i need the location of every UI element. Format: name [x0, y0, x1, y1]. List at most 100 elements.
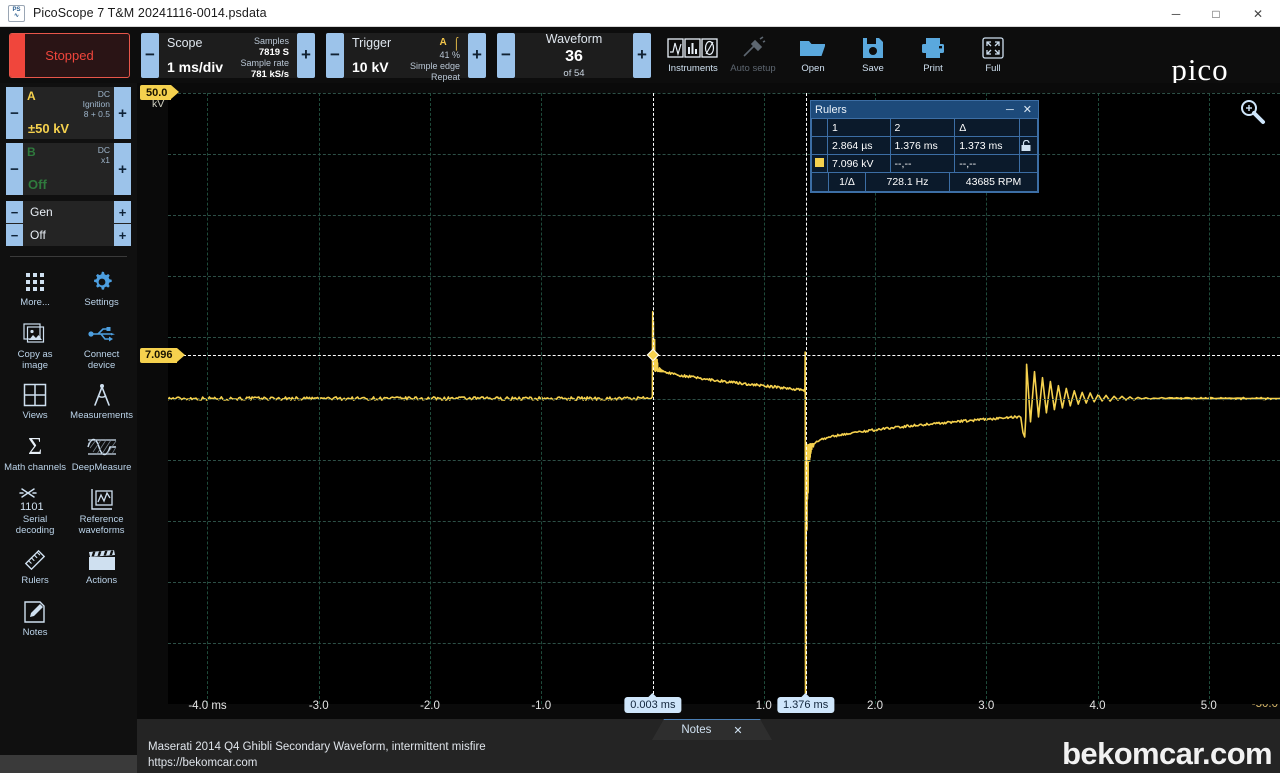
main-toolbar: Stopped − Scope 1 ms/div Samples 7819 S … [0, 27, 1280, 102]
zoom-magnifier-icon[interactable] [1240, 99, 1266, 125]
x-axis-tick-label: 3.0 [978, 700, 995, 712]
waveform-body[interactable]: Waveform 36 of 54 [515, 32, 633, 79]
notes-tab-close-icon[interactable]: ✕ [733, 724, 742, 737]
sample-rate-label: Sample rate [240, 57, 289, 68]
close-button[interactable]: ✕ [1236, 0, 1280, 27]
printer-icon [921, 36, 945, 60]
voltage-ruler-tag[interactable]: 7.096 [140, 347, 184, 363]
time-ruler-2-tag[interactable]: 1.376 ms [776, 693, 835, 713]
trigger-settings-body[interactable]: Trigger 10 kV A ⌠ 41 % Simple edge Repea… [344, 32, 468, 82]
channel-b-minus-button[interactable]: − [6, 143, 23, 195]
rulers-voltage-row: 7.096 kV --,-- --,-- [811, 154, 1038, 173]
scope-plus-button[interactable]: + [297, 32, 315, 78]
gen-plus-button[interactable]: + [114, 201, 131, 223]
auto-setup-button[interactable]: Auto setup [725, 31, 781, 79]
rulers-panel[interactable]: Rulers ─ ✕ 1 2 Δ 2.864 µs 1.376 ms 1.373… [810, 100, 1039, 193]
horizontal-gridline [168, 337, 1280, 339]
instruments-button[interactable]: Instruments [665, 31, 721, 79]
sidebar-item-more-label: More... [20, 297, 50, 308]
gen-state-plus-button[interactable]: + [114, 224, 131, 246]
samples-label: Samples [253, 35, 289, 46]
sidebar-item-math-channels[interactable]: Σ Math channels [2, 430, 68, 478]
trigger-level-value: 10 kV [352, 58, 389, 75]
open-label: Open [801, 63, 825, 74]
sidebar-item-more[interactable]: More... [2, 265, 68, 313]
lock-icon[interactable] [1019, 136, 1038, 155]
sidebar-item-actions[interactable]: Actions [68, 543, 135, 591]
sidebar-item-reference-waveforms-label: Reference waveforms [78, 514, 125, 536]
scope-timebase-group: − Scope 1 ms/div Samples 7819 S Sample r… [141, 32, 315, 80]
scope-timebase-value: 1 ms/div [167, 58, 224, 75]
x-axis-tick-label: -1.0 [531, 700, 552, 712]
voltage-ruler-line[interactable] [168, 355, 1280, 357]
sidebar-item-reference-waveforms[interactable]: Reference waveforms [68, 482, 135, 539]
sidebar-tool-grid: More... Settings Copy as image Connect d… [0, 257, 137, 643]
channel-a-plus-button[interactable]: + [114, 87, 131, 139]
time-ruler-2-line[interactable] [805, 93, 807, 704]
time-ruler-1-tag[interactable]: 0.003 ms [624, 693, 682, 713]
open-button[interactable]: Open [785, 31, 841, 79]
print-button[interactable]: Print [905, 31, 961, 79]
waveform-plus-button[interactable]: + [633, 32, 651, 78]
rulers-header-2: 2 [889, 118, 956, 137]
channel-b-body[interactable]: B DC x1 Off [23, 143, 114, 195]
sidebar-item-deepmeasure[interactable]: DeepMeasure [68, 430, 135, 478]
trigger-channel-label: A [439, 37, 447, 48]
sidebar-item-copy-as-image[interactable]: Copy as image [2, 317, 68, 374]
sidebar-item-measurements-label: Measurements [70, 410, 133, 421]
sidebar-item-views[interactable]: Views [2, 378, 68, 426]
trigger-plus-button[interactable]: + [468, 32, 486, 78]
gen-state-row[interactable]: − Off + [6, 224, 131, 246]
channel-a-range: ±50 kV [28, 121, 70, 136]
window-controls: ─ □ ✕ [1156, 0, 1280, 27]
sidebar-item-rulers[interactable]: Rulers [2, 543, 68, 591]
rulers-panel-header[interactable]: Rulers ─ ✕ [811, 101, 1038, 118]
gen-row[interactable]: − Gen + [6, 201, 131, 223]
maximize-button[interactable]: □ [1196, 0, 1236, 27]
waveform-minus-button[interactable]: − [497, 32, 515, 78]
trigger-repeat: Repeat [430, 71, 460, 82]
notes-tab[interactable]: Notes ✕ [652, 719, 772, 740]
gen-state-minus-button[interactable]: − [6, 224, 23, 246]
sidebar-item-actions-label: Actions [86, 575, 118, 586]
scope-settings-body[interactable]: Scope 1 ms/div Samples 7819 S Sample rat… [159, 32, 297, 80]
rulers-header-lock-cell [1019, 118, 1038, 137]
sidebar-item-measurements[interactable]: Measurements [68, 378, 135, 426]
sidebar-footer-strip [0, 755, 137, 773]
trigger-minus-button[interactable]: − [326, 32, 344, 78]
rulers-header-delta: Δ [954, 118, 1020, 137]
signal-generator-block[interactable]: − Gen + − Off + [6, 201, 131, 246]
waveform-plot[interactable] [168, 93, 1280, 704]
gen-minus-button[interactable]: − [6, 201, 23, 223]
picoscope-app-window: PS ∿ PicoScope 7 T&M 20241116-0014.psdata… [0, 0, 1280, 773]
full-screen-button[interactable]: Full [965, 31, 1021, 79]
auto-setup-label: Auto setup [730, 63, 776, 74]
notes-content[interactable]: Maserati 2014 Q4 Ghibli Secondary Wavefo… [148, 739, 486, 771]
ruler-time-2-value: 1.376 ms [889, 136, 956, 155]
compass-icon [91, 382, 113, 408]
channel-a-body[interactable]: A DC Ignition 8 + 0.5 ±50 kV [23, 87, 114, 139]
sidebar-item-views-label: Views [22, 410, 48, 421]
sidebar-item-serial-decoding-label: Serial decoding [15, 514, 55, 536]
sidebar-item-deepmeasure-label: DeepMeasure [71, 462, 132, 473]
status-label: Stopped [45, 47, 94, 63]
sidebar-item-settings[interactable]: Settings [68, 265, 135, 313]
capture-status-button[interactable]: Stopped [9, 32, 130, 78]
waveform-group: − Waveform 36 of 54 + [497, 32, 651, 79]
channel-a-block[interactable]: − A DC Ignition 8 + 0.5 ±50 kV + [6, 87, 131, 139]
minimize-button[interactable]: ─ [1156, 0, 1196, 27]
rulers-minimize-button[interactable]: ─ [1006, 104, 1014, 115]
rulers-close-button[interactable]: ✕ [1023, 104, 1032, 115]
scope-minus-button[interactable]: − [141, 32, 159, 78]
sidebar-item-settings-label: Settings [84, 297, 119, 308]
channel-b-plus-button[interactable]: + [114, 143, 131, 195]
horizontal-gridline [168, 581, 1280, 583]
save-button[interactable]: Save [845, 31, 901, 79]
channel-a-minus-button[interactable]: − [6, 87, 23, 139]
channel-b-block[interactable]: − B DC x1 Off + [6, 143, 131, 195]
x-axis-tick-label: 2.0 [867, 700, 884, 712]
sidebar-item-connect-device[interactable]: Connect device [68, 317, 135, 374]
sidebar-item-serial-decoding[interactable]: 1101 Serial decoding [2, 482, 68, 539]
time-ruler-1-line[interactable] [652, 93, 654, 704]
sidebar-item-notes[interactable]: Notes [2, 595, 68, 643]
